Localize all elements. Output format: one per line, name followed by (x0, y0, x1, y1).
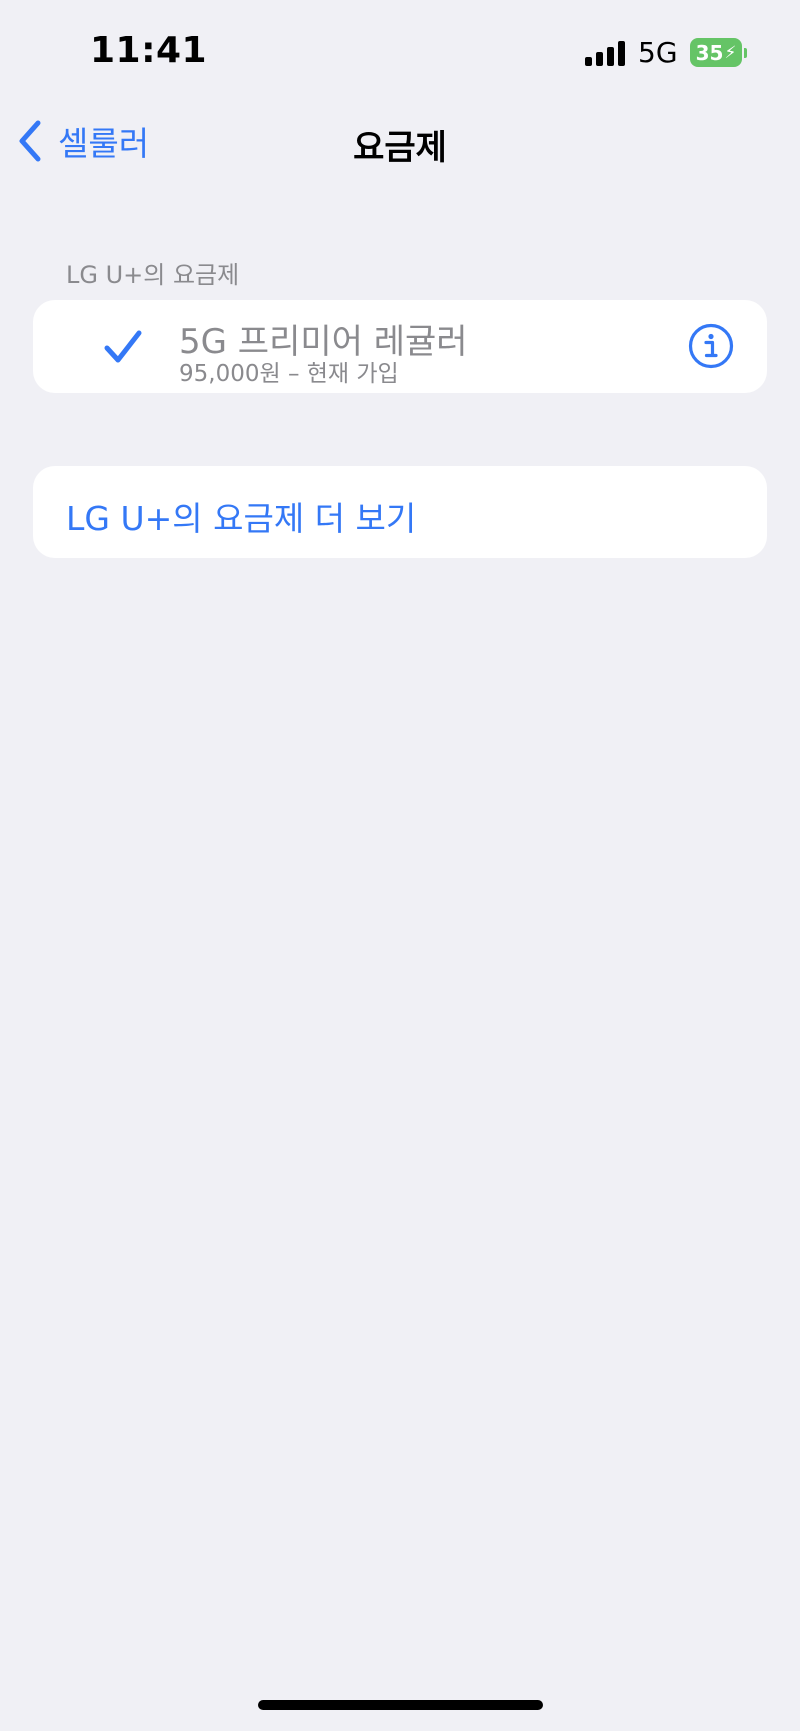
more-plans-button[interactable]: LG U+의 요금제 더 보기 (33, 466, 767, 558)
page-title: 요금제 (353, 128, 447, 168)
battery-level: 35 (695, 40, 724, 65)
charging-bolt-icon: ⚡ (724, 42, 737, 63)
screen: 11:41 5G 35 ⚡ 셀룰러 요금제 LG U+의 요금제 5G 프리미어 … (0, 0, 800, 1731)
info-circle-icon[interactable] (687, 322, 735, 370)
section-header: LG U+의 요금제 (66, 261, 240, 289)
checkmark-icon (104, 330, 142, 363)
navigation-bar: 셀룰러 요금제 (0, 100, 800, 182)
cellular-signal-icon (585, 40, 627, 66)
status-bar: 11:41 5G 35 ⚡ (0, 0, 800, 100)
home-indicator[interactable] (258, 1700, 543, 1710)
status-time: 11:41 (90, 30, 208, 71)
network-type: 5G (638, 36, 678, 69)
more-plans-label: LG U+의 요금제 더 보기 (66, 499, 417, 538)
plan-list-item[interactable]: 5G 프리미어 레귤러 95,000원 – 현재 가입 (33, 300, 767, 393)
battery-charging-icon: 35 ⚡ (690, 38, 742, 67)
plan-detail: 95,000원 – 현재 가입 (179, 361, 399, 387)
battery-cap (744, 48, 747, 58)
